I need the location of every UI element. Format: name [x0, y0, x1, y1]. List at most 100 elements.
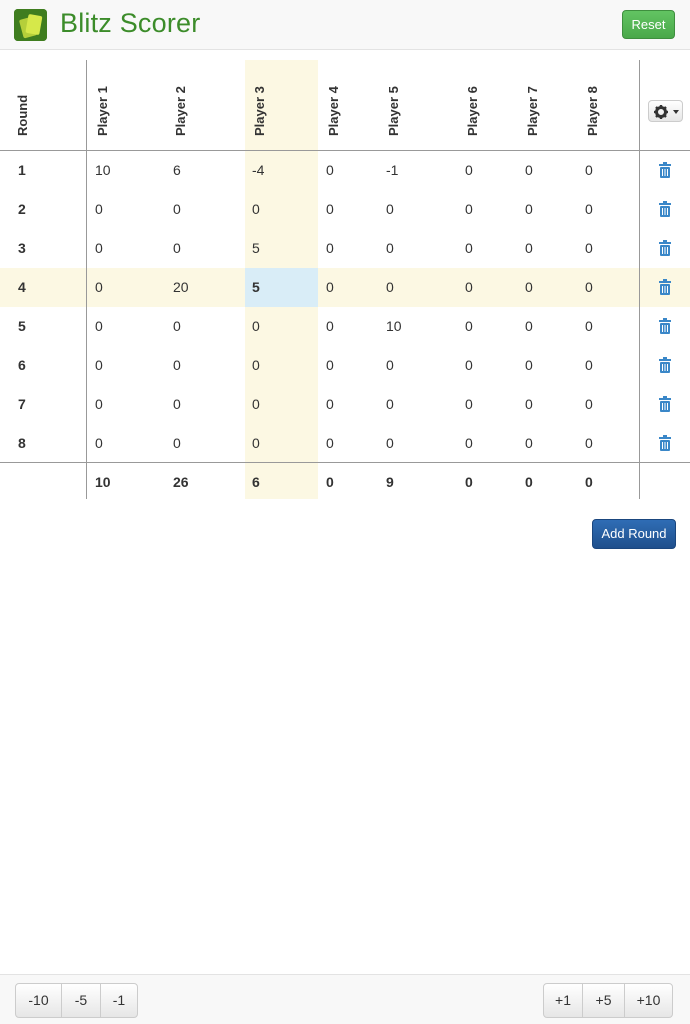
score-cell[interactable]: 0: [95, 238, 103, 258]
score-cell[interactable]: -4: [252, 160, 264, 180]
score-cell[interactable]: 10: [95, 160, 111, 180]
score-cell[interactable]: 0: [95, 199, 103, 219]
decrement-button[interactable]: -5: [61, 983, 101, 1018]
round-number: 3: [18, 240, 26, 256]
score-cell[interactable]: 0: [465, 394, 473, 414]
round-header-label: Round: [15, 94, 30, 136]
score-cell[interactable]: 0: [585, 433, 593, 453]
player-total: 26: [173, 474, 189, 490]
score-cell[interactable]: 0: [326, 394, 334, 414]
score-cell[interactable]: 0: [326, 277, 334, 297]
score-cell[interactable]: 0: [252, 355, 260, 375]
score-cell[interactable]: 0: [326, 238, 334, 258]
score-cell[interactable]: 0: [585, 277, 593, 297]
score-cell[interactable]: 0: [95, 355, 103, 375]
score-cell[interactable]: 0: [173, 238, 181, 258]
trash-icon[interactable]: [658, 396, 672, 412]
score-cell[interactable]: 0: [252, 199, 260, 219]
trash-icon[interactable]: [658, 201, 672, 217]
score-cell[interactable]: 0: [585, 394, 593, 414]
app-title: Blitz Scorer: [60, 8, 201, 38]
score-cell[interactable]: 0: [525, 160, 533, 180]
score-cell[interactable]: 0: [386, 355, 394, 375]
player-total: 0: [585, 474, 593, 490]
score-cell[interactable]: 0: [326, 316, 334, 336]
player-name-label: Player 7: [525, 86, 540, 136]
score-cell[interactable]: -1: [386, 160, 398, 180]
round-number: 7: [18, 396, 26, 412]
increment-button[interactable]: +1: [543, 983, 583, 1018]
score-cell[interactable]: 0: [465, 277, 473, 297]
score-cell[interactable]: 0: [585, 199, 593, 219]
score-cell[interactable]: 0: [173, 433, 181, 453]
score-cell[interactable]: 0: [173, 355, 181, 375]
trash-icon[interactable]: [658, 162, 672, 178]
score-cell[interactable]: 0: [95, 394, 103, 414]
settings-dropdown-button[interactable]: [648, 100, 683, 122]
player-name-label: Player 2: [173, 86, 188, 136]
score-cell[interactable]: 0: [585, 160, 593, 180]
score-cell[interactable]: 0: [525, 199, 533, 219]
score-cell[interactable]: 0: [252, 316, 260, 336]
score-cell[interactable]: 6: [173, 160, 181, 180]
trash-icon[interactable]: [658, 279, 672, 295]
app-logo-icon: [14, 9, 47, 41]
score-cell[interactable]: 0: [173, 199, 181, 219]
score-cell[interactable]: 5: [252, 277, 260, 297]
score-cell[interactable]: 0: [173, 316, 181, 336]
score-cell[interactable]: 0: [386, 199, 394, 219]
score-cell[interactable]: 0: [386, 394, 394, 414]
score-cell[interactable]: 0: [525, 238, 533, 258]
round-number: 4: [18, 279, 26, 295]
score-cell[interactable]: 0: [173, 394, 181, 414]
reset-button[interactable]: Reset: [622, 10, 675, 39]
add-round-button[interactable]: Add Round: [592, 519, 676, 549]
round-number: 2: [18, 201, 26, 217]
score-cell[interactable]: 0: [585, 316, 593, 336]
decrement-button[interactable]: -10: [15, 983, 62, 1018]
score-cell[interactable]: 0: [525, 277, 533, 297]
score-cell[interactable]: 0: [585, 355, 593, 375]
score-cell[interactable]: 0: [95, 316, 103, 336]
trash-icon[interactable]: [658, 435, 672, 451]
score-cell[interactable]: 5: [252, 238, 260, 258]
score-cell[interactable]: 0: [525, 433, 533, 453]
score-cell[interactable]: 0: [525, 316, 533, 336]
score-cell[interactable]: 10: [386, 316, 402, 336]
score-cell[interactable]: 0: [95, 277, 103, 297]
score-cell[interactable]: 0: [326, 433, 334, 453]
trash-icon[interactable]: [658, 357, 672, 373]
decrement-button[interactable]: -1: [100, 983, 138, 1018]
increment-button[interactable]: +10: [624, 983, 673, 1018]
score-cell[interactable]: 20: [173, 277, 189, 297]
score-cell[interactable]: 0: [465, 433, 473, 453]
score-cell[interactable]: 0: [252, 394, 260, 414]
player-total: 0: [525, 474, 533, 490]
score-cell[interactable]: 0: [465, 238, 473, 258]
player-name-label: Player 4: [326, 86, 341, 136]
score-cell[interactable]: 0: [252, 433, 260, 453]
increment-button[interactable]: +5: [582, 983, 625, 1018]
score-cell[interactable]: 0: [95, 433, 103, 453]
decrement-button-group: -10 -5 -1: [15, 983, 138, 1018]
score-cell[interactable]: 0: [326, 199, 334, 219]
app-header: Blitz Scorer Reset: [0, 0, 690, 50]
score-cell[interactable]: 0: [585, 238, 593, 258]
trash-icon[interactable]: [658, 318, 672, 334]
trash-icon[interactable]: [658, 240, 672, 256]
score-cell[interactable]: 0: [465, 160, 473, 180]
player-total: 10: [95, 474, 111, 490]
score-cell[interactable]: 0: [386, 277, 394, 297]
score-cell[interactable]: 0: [525, 355, 533, 375]
score-cell[interactable]: 0: [465, 199, 473, 219]
score-cell[interactable]: 0: [465, 355, 473, 375]
header-divider: [0, 150, 690, 151]
player-name-label: Player 3: [252, 86, 267, 136]
score-cell[interactable]: 0: [525, 394, 533, 414]
score-cell[interactable]: 0: [326, 355, 334, 375]
score-cell[interactable]: 0: [386, 238, 394, 258]
score-cell[interactable]: 0: [386, 433, 394, 453]
score-cell[interactable]: 0: [326, 160, 334, 180]
round-number: 8: [18, 435, 26, 451]
score-cell[interactable]: 0: [465, 316, 473, 336]
